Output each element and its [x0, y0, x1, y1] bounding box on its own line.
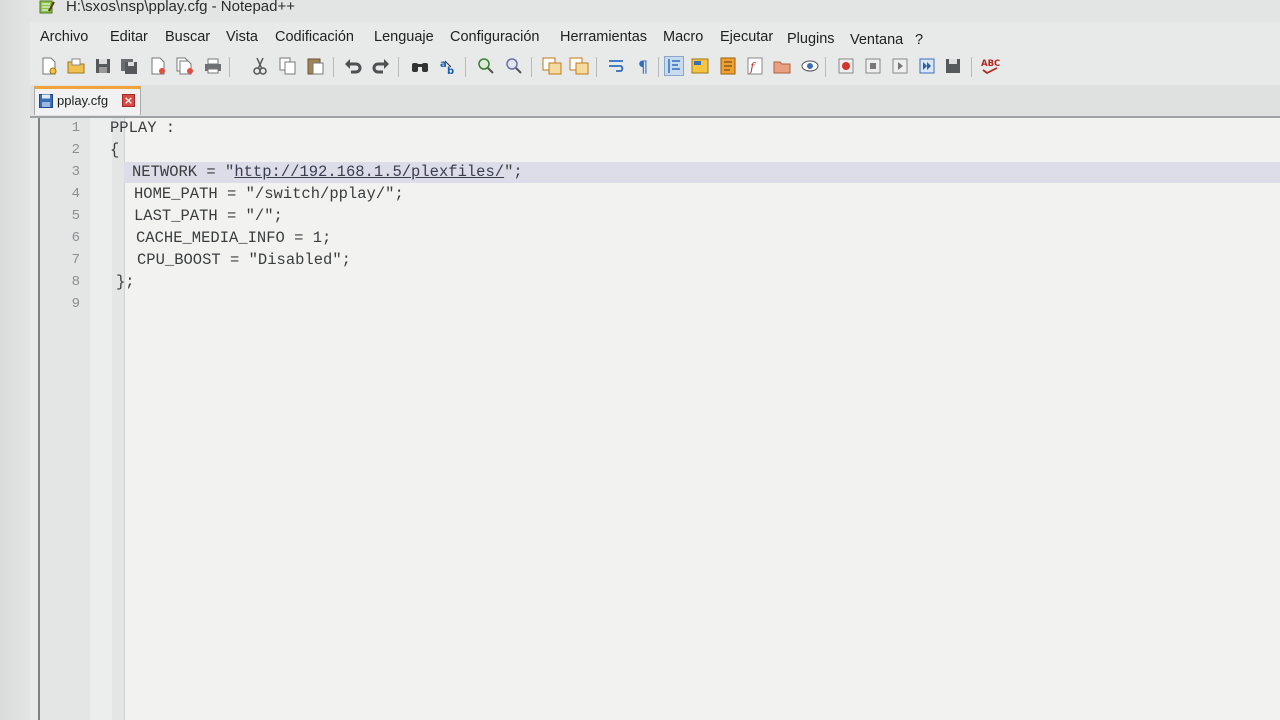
- toolbar-separator: [398, 57, 399, 77]
- editor-area[interactable]: 1 2 3 4 5 6 7 8 9 PPLAY : { NETWORK = "h…: [38, 118, 1280, 720]
- menu-configuracion[interactable]: Configuración: [450, 29, 539, 45]
- document-map-icon[interactable]: [718, 56, 738, 76]
- code-line-1[interactable]: PPLAY :: [110, 119, 175, 137]
- code-line-7[interactable]: CPU_BOOST = "Disabled";: [137, 251, 351, 269]
- close-all-icon[interactable]: [175, 56, 195, 76]
- line-number: 2: [71, 142, 80, 158]
- word-wrap-icon[interactable]: [607, 56, 627, 76]
- window-title: H:\sxos\nsp\pplay.cfg - Notepad++: [66, 0, 296, 15]
- line-number: 6: [71, 230, 80, 246]
- code-line-4[interactable]: HOME_PATH = "/switch/pplay/";: [134, 185, 404, 203]
- close-icon[interactable]: [148, 56, 168, 76]
- desktop-left-edge: [0, 0, 31, 720]
- title-bar: H:\sxos\nsp\pplay.cfg - Notepad++: [30, 0, 1280, 22]
- copy-icon[interactable]: [278, 56, 298, 76]
- toolbar-separator: [658, 57, 659, 77]
- zoom-in-icon[interactable]: [476, 56, 496, 76]
- folder-workspace-icon[interactable]: [772, 56, 792, 76]
- menu-codificacion[interactable]: Codificación: [275, 29, 354, 45]
- monitoring-icon[interactable]: [800, 56, 820, 76]
- saved-file-icon: [39, 94, 53, 108]
- code-text: NETWORK = ": [132, 163, 235, 181]
- stop-macro-icon[interactable]: [863, 56, 883, 76]
- redo-icon[interactable]: [371, 56, 391, 76]
- paste-icon[interactable]: [306, 56, 326, 76]
- toolbar-separator: [465, 57, 466, 77]
- menu-editar[interactable]: Editar: [110, 29, 148, 45]
- toolbar-separator: [596, 57, 597, 77]
- toolbar-separator: [531, 57, 532, 77]
- user-language-icon[interactable]: [690, 56, 710, 76]
- tab-close-button[interactable]: ×: [122, 94, 135, 107]
- spell-check-label: ABC: [981, 59, 1000, 69]
- code-line-2[interactable]: {: [110, 141, 119, 159]
- play-macro-icon[interactable]: [890, 56, 910, 76]
- new-file-icon[interactable]: [39, 56, 59, 76]
- toolbar-separator: [971, 57, 972, 77]
- open-file-icon[interactable]: [66, 56, 86, 76]
- svg-text:b: b: [447, 66, 454, 75]
- line-number: 1: [71, 120, 80, 136]
- notepadpp-window: H:\sxos\nsp\pplay.cfg - Notepad++ Archiv…: [30, 0, 1280, 720]
- save-icon[interactable]: [93, 56, 113, 76]
- toolbar: ab ¶ f ABC: [30, 53, 1280, 81]
- menu-lenguaje[interactable]: Lenguaje: [374, 29, 434, 45]
- line-number: 4: [71, 186, 80, 202]
- code-line-8[interactable]: };: [116, 273, 135, 291]
- menu-macro[interactable]: Macro: [663, 29, 703, 45]
- function-list-icon[interactable]: f: [745, 56, 765, 76]
- tab-label: pplay.cfg: [57, 93, 109, 108]
- line-number: 9: [71, 296, 80, 312]
- sync-horizontal-icon[interactable]: [569, 56, 589, 76]
- line-number-gutter: 1 2 3 4 5 6 7 8 9: [40, 118, 125, 720]
- show-all-characters-icon[interactable]: ¶: [634, 56, 654, 76]
- svg-text:a: a: [440, 59, 447, 70]
- save-all-icon[interactable]: [119, 56, 139, 76]
- line-number: 8: [71, 274, 80, 290]
- sync-vertical-icon[interactable]: [542, 56, 562, 76]
- menu-archivo[interactable]: Archivo: [40, 29, 88, 45]
- code-text: ";: [504, 163, 523, 181]
- code-line-3[interactable]: NETWORK = "http://192.168.1.5/plexfiles/…: [132, 163, 523, 181]
- code-line-6[interactable]: CACHE_MEDIA_INFO = 1;: [136, 229, 331, 247]
- print-icon[interactable]: [203, 56, 223, 76]
- menu-vista[interactable]: Vista: [226, 29, 258, 45]
- toolbar-separator: [229, 57, 230, 77]
- tab-bar: pplay.cfg ×: [30, 85, 1280, 118]
- menu-herramientas[interactable]: Herramientas: [560, 29, 647, 45]
- menu-ventana[interactable]: Ventana: [850, 32, 903, 48]
- tab-pplay-cfg[interactable]: pplay.cfg ×: [34, 86, 141, 115]
- menu-ejecutar[interactable]: Ejecutar: [720, 29, 773, 45]
- url-link[interactable]: http://192.168.1.5/plexfiles/: [234, 163, 504, 181]
- record-macro-icon[interactable]: [836, 56, 856, 76]
- menu-buscar[interactable]: Buscar: [165, 29, 210, 45]
- code-line-5[interactable]: LAST_PATH = "/";: [134, 207, 283, 225]
- indent-guide-icon[interactable]: [664, 56, 684, 76]
- replace-icon[interactable]: ab: [438, 56, 458, 76]
- fold-margin[interactable]: [90, 118, 112, 720]
- run-macro-multiple-icon[interactable]: [917, 56, 937, 76]
- svg-text:¶: ¶: [638, 57, 648, 75]
- menu-plugins[interactable]: Plugins: [787, 31, 835, 47]
- toolbar-separator: [333, 57, 334, 77]
- spell-check-icon[interactable]: ABC: [980, 56, 1004, 76]
- save-macro-icon[interactable]: [944, 56, 964, 76]
- find-icon[interactable]: [410, 56, 430, 76]
- notepadpp-app-icon: [39, 0, 55, 14]
- zoom-out-icon[interactable]: [504, 56, 524, 76]
- menu-help[interactable]: ?: [915, 32, 923, 48]
- toolbar-separator: [825, 57, 826, 77]
- line-number: 5: [71, 208, 80, 224]
- line-number: 7: [71, 252, 80, 268]
- line-number: 3: [71, 164, 80, 180]
- undo-icon[interactable]: [343, 56, 363, 76]
- cut-icon[interactable]: [250, 56, 270, 76]
- menu-bar: Archivo Editar Buscar Vista Codificación…: [30, 27, 1280, 51]
